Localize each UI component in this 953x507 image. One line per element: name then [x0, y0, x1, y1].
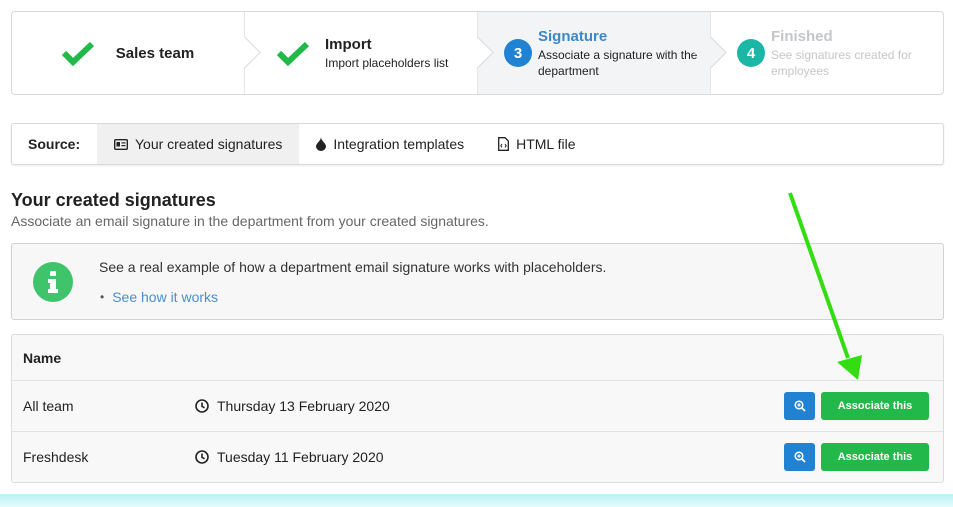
tab-html-file[interactable]: HTML file [481, 124, 592, 164]
associate-button[interactable]: Associate this [821, 443, 929, 471]
step-import[interactable]: Import Import placeholders list [244, 12, 494, 94]
step-subtitle: See signatures created for employees [771, 47, 912, 78]
table-row: Freshdesk Tuesday 11 February 2020 Assoc… [12, 432, 943, 482]
tab-label: HTML file [516, 136, 576, 152]
checkmark-icon [61, 41, 94, 66]
step-number-badge: 3 [504, 39, 532, 67]
zoom-in-icon [793, 451, 806, 463]
signature-date: Thursday 13 February 2020 [195, 398, 390, 414]
date-text: Tuesday 11 February 2020 [217, 449, 384, 465]
signature-name: Freshdesk [23, 449, 89, 465]
info-link-item: • See how it works [100, 289, 218, 305]
tab-label: Integration templates [333, 136, 465, 152]
bottom-highlight-bar [0, 494, 953, 507]
section-subtitle: Associate an email signature in the depa… [11, 213, 489, 229]
step-title: Import [325, 35, 372, 53]
source-label: Source: [28, 136, 81, 152]
signatures-table: Name All team Thursday 13 February 2020 … [11, 334, 944, 483]
signature-date: Tuesday 11 February 2020 [195, 449, 384, 465]
tab-label: Your created signatures [135, 136, 283, 152]
table-header: Name [12, 335, 943, 381]
step-subtitle: Associate a signature with the departmen… [538, 47, 698, 78]
info-icon [33, 262, 73, 302]
date-text: Thursday 13 February 2020 [217, 398, 390, 414]
step-subtitle: Import placeholders list [325, 55, 449, 70]
associate-button[interactable]: Associate this [821, 392, 929, 420]
step-title: Signature [538, 27, 608, 45]
info-callout: See a real example of how a department e… [11, 243, 944, 320]
step-signature[interactable]: 3 Signature Associate a signature with t… [477, 12, 727, 94]
signature-name: All team [23, 398, 74, 414]
step-sales-team[interactable]: Sales team [12, 12, 261, 94]
step-number-badge: 4 [737, 39, 765, 67]
info-text: See a real example of how a department e… [99, 259, 607, 275]
clock-icon [195, 450, 209, 464]
progress-stepper: Sales team Import Import placeholders li… [11, 11, 944, 95]
source-selector: Source: Your created signatures Integrat… [11, 123, 944, 165]
zoom-in-icon [793, 400, 806, 412]
column-header-name: Name [23, 349, 62, 366]
tab-your-created-signatures[interactable]: Your created signatures [97, 124, 300, 164]
tab-integration-templates[interactable]: Integration templates [299, 124, 481, 164]
id-card-icon [114, 138, 128, 150]
code-file-icon [498, 137, 510, 151]
see-how-it-works-link[interactable]: See how it works [112, 289, 218, 305]
checkmark-icon [277, 41, 309, 66]
clock-icon [195, 399, 209, 413]
section-title: Your created signatures [11, 190, 216, 210]
droplet-icon [316, 137, 327, 151]
step-title: Sales team [115, 44, 195, 62]
preview-button[interactable] [784, 443, 815, 471]
preview-button[interactable] [784, 392, 815, 420]
table-row: All team Thursday 13 February 2020 Assoc… [12, 381, 943, 432]
step-title: Finished [771, 27, 833, 45]
step-finished: 4 Finished See signatures created for em… [710, 12, 943, 94]
bullet: • [100, 290, 105, 304]
